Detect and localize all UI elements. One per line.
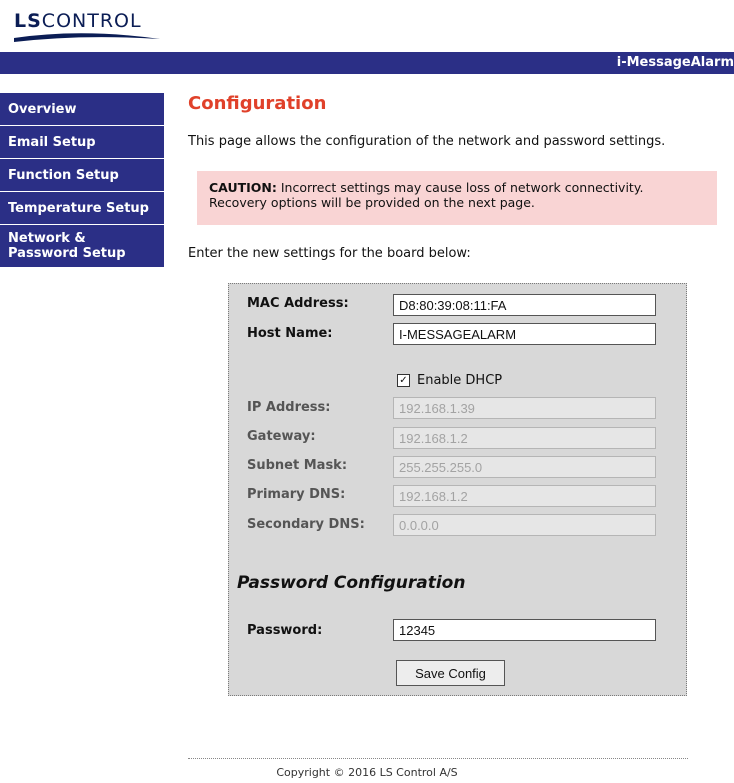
sidebar-item-label-line1: Network &	[8, 231, 86, 246]
logo-swoosh-icon	[14, 33, 160, 42]
mac-address-field[interactable]	[393, 294, 656, 316]
caution-box: CAUTION: Incorrect settings may cause lo…	[197, 171, 717, 225]
copyright-text: Copyright © 2016 LS Control A/S	[276, 766, 458, 779]
enable-dhcp-label: Enable DHCP	[417, 373, 503, 388]
mac-address-label: MAC Address:	[247, 296, 349, 311]
ip-address-label: IP Address:	[247, 400, 331, 415]
sidebar-item-label: Temperature Setup	[8, 200, 149, 216]
password-label: Password:	[247, 623, 323, 638]
sidebar-nav: Overview Email Setup Function Setup Temp…	[0, 93, 164, 268]
footer-divider	[188, 758, 688, 759]
sidebar-item-label-line2: Password Setup	[8, 246, 126, 261]
password-field[interactable]	[393, 619, 656, 641]
sidebar-item-label: Email Setup	[8, 134, 96, 150]
sidebar-item-label: Overview	[8, 101, 77, 117]
sidebar-item-label: Function Setup	[8, 167, 119, 183]
page-title: Configuration	[188, 93, 327, 114]
header-bar: i-MessageAlarm	[0, 52, 734, 74]
sidebar-item-temperature-setup[interactable]: Temperature Setup	[0, 192, 164, 225]
caution-label: CAUTION:	[209, 180, 277, 195]
page-intro: This page allows the configuration of th…	[188, 134, 666, 149]
config-form-panel: MAC Address: Host Name: ✓ Enable DHCP IP…	[228, 283, 687, 696]
host-name-label: Host Name:	[247, 326, 333, 341]
sidebar-item-overview[interactable]: Overview	[0, 93, 164, 126]
primary-dns-field[interactable]	[393, 485, 656, 507]
enable-dhcp-checkbox[interactable]: ✓ Enable DHCP	[397, 373, 502, 388]
logo-brand-rest: CONTROL	[41, 10, 142, 32]
sidebar-item-label: Network & Password Setup	[8, 231, 126, 261]
gateway-label: Gateway:	[247, 429, 316, 444]
sidebar-item-function-setup[interactable]: Function Setup	[0, 159, 164, 192]
caution-line1: Incorrect settings may cause loss of net…	[276, 180, 644, 195]
primary-dns-label: Primary DNS:	[247, 487, 346, 502]
caution-line2: Recovery options will be provided on the…	[209, 195, 535, 210]
form-instructions: Enter the new settings for the board bel…	[188, 246, 471, 261]
ls-control-logo: LSCONTROL	[12, 6, 162, 46]
secondary-dns-field[interactable]	[393, 514, 656, 536]
logo-text: LSCONTROL	[14, 10, 142, 32]
ip-address-field[interactable]	[393, 397, 656, 419]
save-config-button[interactable]: Save Config	[396, 660, 505, 686]
secondary-dns-label: Secondary DNS:	[247, 517, 365, 532]
password-config-heading: Password Configuration	[237, 573, 466, 593]
gateway-field[interactable]	[393, 427, 656, 449]
checkbox-check-icon[interactable]: ✓	[397, 374, 410, 387]
subnet-mask-label: Subnet Mask:	[247, 458, 348, 473]
subnet-mask-field[interactable]	[393, 456, 656, 478]
app-name: i-MessageAlarm	[616, 55, 734, 70]
sidebar-item-email-setup[interactable]: Email Setup	[0, 126, 164, 159]
sidebar-item-network-password-setup[interactable]: Network & Password Setup	[0, 225, 164, 268]
logo-brand-bold: LS	[14, 10, 42, 32]
host-name-field[interactable]	[393, 323, 656, 345]
